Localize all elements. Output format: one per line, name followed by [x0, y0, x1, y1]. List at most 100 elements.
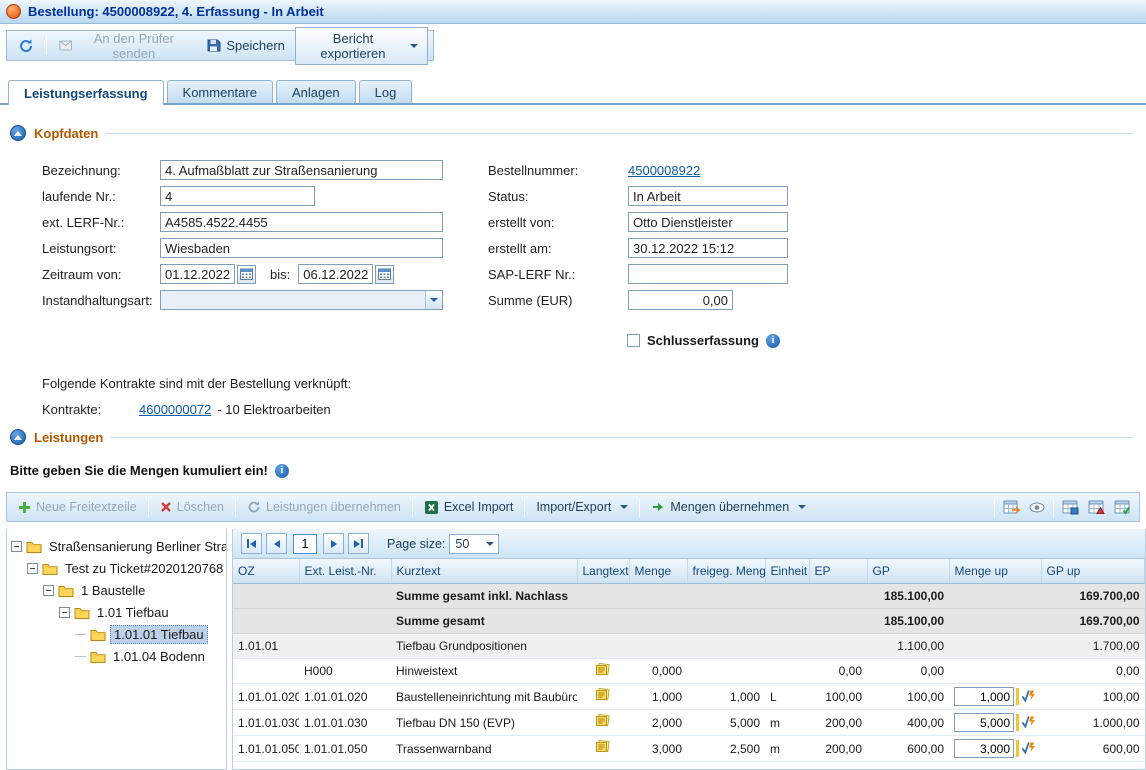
calendar-icon[interactable] — [375, 265, 394, 284]
cell-langtext[interactable] — [577, 736, 629, 762]
schlusserfassung-row: Schlusserfassung — [627, 333, 780, 348]
table-row[interactable]: 1.01.01.0501.01.01.050Trassenwarnband3,0… — [233, 736, 1145, 762]
column-header-freigeg-menge[interactable]: freigeg. Menge — [687, 559, 765, 584]
tree-item[interactable]: 1.01.04 Bodenn — [7, 645, 226, 667]
leistungsort-input[interactable] — [160, 238, 443, 258]
cell-langtext[interactable] — [577, 684, 629, 710]
apply-quantities-button[interactable]: Mengen übernehmen — [645, 497, 812, 517]
ext-lerf-nr-input[interactable] — [160, 212, 443, 232]
cell-oz: 1.01.01.020 — [233, 684, 299, 710]
column-header-gp[interactable]: GP — [867, 559, 949, 584]
tree-item[interactable]: Straßensanierung Berliner Stra — [7, 535, 226, 557]
tree-collapse-toggle[interactable] — [27, 563, 38, 574]
table-row[interactable]: 1.01.01.0201.01.01.020Baustelleneinricht… — [233, 684, 1145, 710]
send-to-approver-button[interactable]: An den Prüfer senden — [53, 28, 196, 64]
table-row[interactable]: Summe gesamt inkl. Nachlass185.100,00169… — [233, 584, 1145, 609]
excel-import-button[interactable]: Excel Import — [418, 497, 519, 518]
zeitraum-von-input[interactable] — [160, 264, 235, 284]
column-header-gp-up[interactable]: GP up — [1041, 559, 1145, 584]
info-icon[interactable] — [275, 464, 289, 478]
column-header-oz[interactable]: OZ — [233, 559, 299, 584]
table-highlight-button[interactable] — [1085, 497, 1108, 518]
positions-toolbar: Neue Freitextzeile Löschen Leistungen üb… — [6, 492, 1140, 522]
aufmass-calc-icon[interactable] — [1021, 688, 1036, 706]
kopfdaten-section-header: Kopfdaten — [10, 125, 1132, 141]
cell-menge-up — [949, 609, 1041, 634]
form-row: Instandhaltungsart: — [42, 287, 443, 313]
tree-collapse-toggle[interactable] — [59, 607, 70, 618]
export-report-button[interactable]: Bericht exportieren — [295, 27, 428, 65]
kontrakt-link[interactable]: 4600000072 — [139, 397, 211, 423]
table-row[interactable]: 1.01.01.0301.01.01.030Tiefbau DN 150 (EV… — [233, 710, 1145, 736]
tree-item[interactable]: 1.01.01 Tiefbau — [7, 623, 226, 645]
save-button[interactable]: Speichern — [200, 35, 291, 56]
collapse-section-icon[interactable] — [10, 429, 26, 445]
schlusserfassung-checkbox[interactable] — [627, 334, 640, 347]
eye-icon — [1029, 502, 1045, 513]
cell-langtext[interactable] — [577, 710, 629, 736]
calendar-icon[interactable] — [237, 265, 256, 284]
last-page-button[interactable] — [348, 533, 369, 554]
column-header-einheit[interactable]: Einheit — [765, 559, 809, 584]
cell-einheit — [765, 659, 809, 684]
kontrakte-block: Folgende Kontrakte sind mit der Bestellu… — [42, 371, 351, 423]
tab-leistungserfassung[interactable]: Leistungserfassung — [8, 80, 164, 105]
tree-item[interactable]: 1.01 Tiefbau — [7, 601, 226, 623]
refresh-button[interactable] — [12, 35, 40, 57]
cell-ep: 200,00 — [809, 710, 867, 736]
zeitraum-bis-input[interactable] — [298, 264, 373, 284]
tree-item[interactable]: 1 Baustelle — [7, 579, 226, 601]
table-row[interactable]: H000Hinweistext0,0000,000,000,00 — [233, 659, 1145, 684]
tab-kommentare[interactable]: Kommentare — [167, 80, 273, 103]
info-icon[interactable] — [766, 334, 780, 348]
delete-button[interactable]: Löschen — [154, 497, 230, 517]
tree-item[interactable]: Test zu Ticket#2020120768 — [7, 557, 226, 579]
column-header-ext-leist-nr-[interactable]: Ext. Leist.-Nr. — [299, 559, 391, 584]
copy-table-button[interactable] — [1000, 497, 1023, 518]
chevron-down-icon[interactable] — [425, 291, 442, 309]
column-header-langtext[interactable]: Langtext — [577, 559, 629, 584]
column-header-menge-up[interactable]: Menge up — [949, 559, 1041, 584]
cell-menge-up[interactable] — [949, 684, 1041, 710]
preview-button[interactable] — [1026, 499, 1048, 516]
table-view-button[interactable] — [1059, 497, 1082, 518]
tree-collapse-toggle[interactable] — [43, 585, 54, 596]
schlusserfassung-label: Schlusserfassung — [647, 333, 759, 348]
table-row[interactable]: Summe gesamt185.100,00169.700,00 — [233, 609, 1145, 634]
table-row[interactable]: 1.01.01Tiefbau Grundpositionen1.100,001.… — [233, 634, 1145, 659]
cell-freigeg-menge — [687, 659, 765, 684]
collapse-section-icon[interactable] — [10, 125, 26, 141]
tab-anlagen[interactable]: Anlagen — [276, 80, 356, 103]
bezeichnung-input[interactable] — [160, 160, 443, 180]
column-header-kurztext[interactable]: Kurztext — [391, 559, 577, 584]
tab-log[interactable]: Log — [359, 80, 413, 103]
new-freetext-row-button[interactable]: Neue Freitextzeile — [12, 497, 143, 517]
menge-up-input[interactable] — [954, 713, 1014, 732]
tree-collapse-toggle[interactable] — [11, 541, 22, 552]
cell-langtext[interactable] — [577, 659, 629, 684]
aufmass-calc-icon[interactable] — [1021, 740, 1036, 758]
column-header-ep[interactable]: EP — [809, 559, 867, 584]
window-titlebar: Bestellung: 4500008922, 4. Erfassung - I… — [0, 0, 1146, 24]
instandhaltungsart-select[interactable] — [160, 290, 443, 310]
menge-up-input[interactable] — [954, 687, 1014, 706]
next-page-button[interactable] — [323, 533, 344, 554]
prev-page-button[interactable] — [266, 533, 287, 554]
cell-menge-up[interactable] — [949, 710, 1041, 736]
cell-menge: 0,000 — [629, 659, 687, 684]
bestellnummer-link[interactable]: 4500008922 — [628, 163, 700, 178]
cell-ep — [809, 634, 867, 659]
aufmass-calc-icon[interactable] — [1021, 714, 1036, 732]
cell-menge-up[interactable] — [949, 736, 1041, 762]
page-size-select[interactable]: 50 — [449, 534, 499, 554]
import-export-button[interactable]: Import/Export — [530, 497, 634, 517]
table-config-button[interactable] — [1111, 497, 1134, 518]
page-number-input[interactable] — [293, 534, 317, 554]
menge-up-input[interactable] — [954, 739, 1014, 758]
column-header-menge[interactable]: Menge — [629, 559, 687, 584]
apply-services-button[interactable]: Leistungen übernehmen — [241, 497, 407, 517]
cell-gp: 185.100,00 — [867, 584, 949, 609]
status-label: Status: — [488, 189, 628, 204]
first-page-button[interactable] — [241, 533, 262, 554]
cell-menge-up — [949, 634, 1041, 659]
